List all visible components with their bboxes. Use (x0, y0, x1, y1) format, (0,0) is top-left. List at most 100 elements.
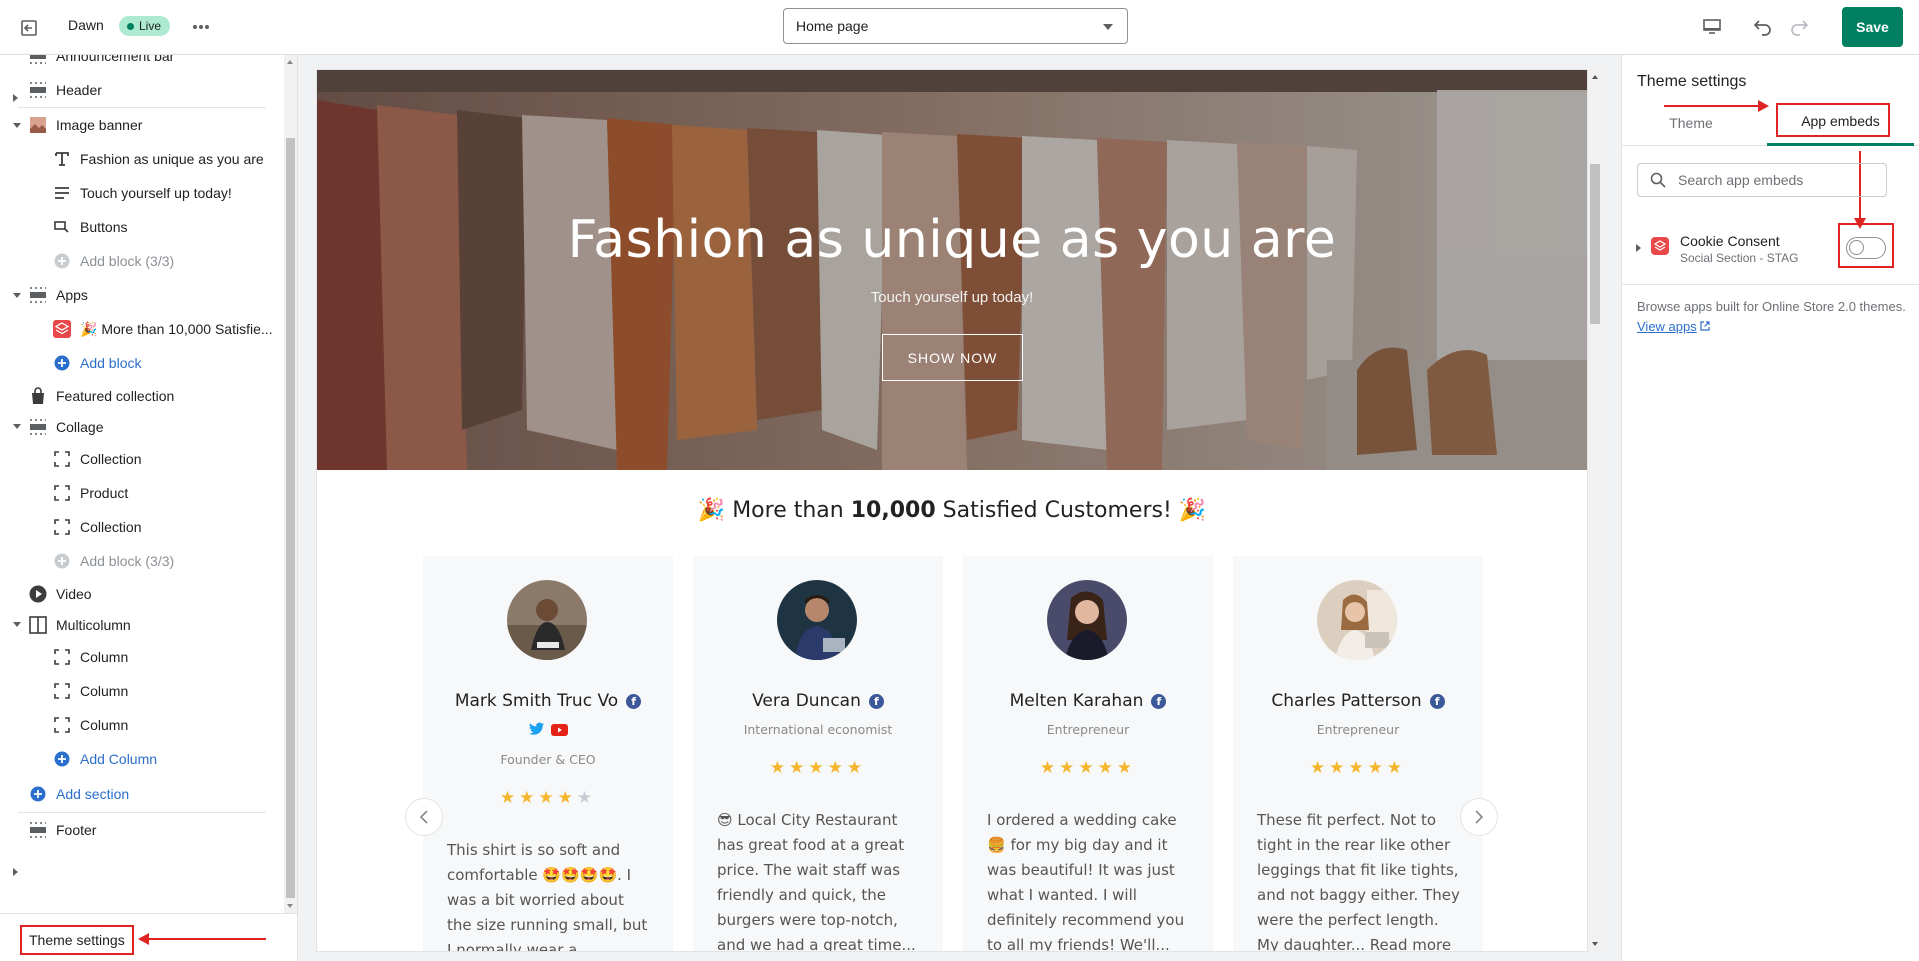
search-app-embeds[interactable] (1637, 163, 1887, 197)
undo-icon[interactable] (1748, 12, 1778, 42)
scroll-down-icon[interactable] (1592, 942, 1598, 946)
sidebar-scrollbar[interactable] (284, 55, 297, 913)
sidebar-item-label: Add Column (80, 751, 158, 767)
facebook-icon[interactable]: f (1429, 694, 1445, 709)
paragraph-icon (52, 183, 72, 203)
frame-icon (52, 681, 72, 701)
frame-icon (52, 517, 72, 537)
sidebar-item-label: Buttons (80, 219, 128, 235)
avatar (507, 580, 587, 660)
sidebar-item-label: Column (80, 717, 129, 733)
testimonial-card: Melten Karahan f Entrepreneur ★★★★★ I ordere… (963, 556, 1213, 951)
scrollbar-thumb[interactable] (1590, 164, 1600, 324)
sidebar-item-add-block-3-3[interactable]: Add block (3/3) (0, 544, 284, 578)
sidebar-item-buttons[interactable]: Buttons (0, 210, 284, 244)
sidebar-item-add-block[interactable]: Add block (0, 346, 284, 380)
sidebar-item-video[interactable]: Video (0, 578, 284, 609)
save-button[interactable]: Save (1842, 7, 1903, 47)
sidebar-item-collection[interactable]: Collection (0, 442, 284, 476)
view-apps-link[interactable]: View apps (1637, 319, 1697, 334)
sidebar-item-column[interactable]: Column (0, 674, 284, 708)
facebook-icon[interactable]: f (1151, 694, 1167, 709)
sidebar-item-image-banner[interactable]: Image banner (0, 108, 284, 142)
collapse-arrow-icon[interactable] (13, 292, 21, 298)
chevron-right-icon (1475, 810, 1484, 824)
more-actions-icon[interactable] (188, 14, 214, 40)
external-link-icon (1700, 321, 1710, 331)
reviewer-role: Entrepreneur (1316, 722, 1400, 737)
scroll-down-icon[interactable] (287, 904, 293, 908)
preview-scrollbar[interactable] (1588, 69, 1602, 952)
collapse-arrow-icon[interactable] (13, 622, 21, 627)
carousel-prev-button[interactable] (405, 798, 443, 836)
star-icon: ★ (1059, 758, 1079, 777)
plus-circle-icon (52, 749, 72, 769)
scroll-up-icon[interactable] (1592, 75, 1598, 79)
sidebar-item-label: Touch yourself up today! (80, 185, 232, 201)
reviews-heading: 🎉 More than 10,000 Satisfied Customers! … (317, 498, 1587, 523)
sidebar-item-label: Add block (80, 355, 142, 371)
app-icon (52, 319, 72, 339)
sidebar-item-column[interactable]: Column (0, 708, 284, 742)
social-links (423, 722, 673, 739)
sidebar-item-label: Featured collection (56, 387, 175, 404)
top-bar: Dawn Live Home page Save (0, 0, 1919, 55)
star-icon: ★ (557, 788, 577, 807)
play-icon (28, 584, 48, 604)
theme-settings-button[interactable]: Theme settings (20, 925, 134, 955)
show-now-button[interactable]: SHOW NOW (882, 334, 1023, 381)
sidebar-item-header[interactable]: Header (0, 73, 284, 107)
sidebar-item-column[interactable]: Column (0, 640, 284, 674)
sidebar-item-touch-yourself-up-today[interactable]: Touch yourself up today! (0, 176, 284, 210)
sidebar-item-add-section[interactable]: Add section (0, 776, 284, 812)
twitter-icon[interactable] (528, 722, 545, 736)
facebook-icon[interactable]: f (868, 694, 884, 709)
redo-icon[interactable] (1784, 12, 1814, 42)
sidebar-item-more-than-10-000-satisfie[interactable]: 🎉 More than 10,000 Satisfie... (0, 312, 284, 346)
sidebar-item-add-column[interactable]: Add Column (0, 742, 284, 776)
frame-icon (52, 483, 72, 503)
sidebar-item-collection[interactable]: Collection (0, 510, 284, 544)
sidebar-item-label: Add section (56, 786, 130, 802)
expand-arrow-icon[interactable] (1636, 244, 1641, 252)
chevron-left-icon (419, 810, 428, 824)
desktop-view-icon[interactable] (1698, 13, 1726, 41)
section-icon (28, 80, 48, 100)
reviewer-name: Vera Duncan f (693, 691, 943, 711)
star-icon: ★ (576, 788, 597, 807)
sidebar-item-announcement-bar[interactable]: Announcement bar (0, 55, 284, 102)
sidebar-item-multicolumn[interactable]: Multicolumn (0, 609, 284, 640)
embed-name: Cookie Consent (1680, 233, 1780, 249)
star-icon: ★ (789, 758, 809, 777)
reviewer-name: Mark Smith Truc Vo f (423, 691, 673, 711)
sidebar-item-featured-collection[interactable]: Featured collection (0, 380, 284, 411)
collapse-arrow-icon[interactable] (13, 122, 21, 128)
star-icon: ★ (846, 758, 867, 777)
page-selector[interactable]: Home page (783, 8, 1128, 44)
scrollbar-thumb[interactable] (286, 138, 295, 898)
sidebar-item-fashion-as-unique-as-you-are[interactable]: Fashion as unique as you are (0, 142, 284, 176)
image-banner[interactable]: Fashion as unique as you are Touch yours… (317, 70, 1587, 470)
collapse-arrow-icon[interactable] (13, 424, 21, 429)
reviewer-role: Founder & CEO (500, 752, 596, 767)
app-icon (1651, 237, 1669, 255)
search-input[interactable] (1678, 170, 1878, 190)
sidebar-item-label: Footer (56, 822, 97, 838)
sidebar-item-add-block-3-3[interactable]: Add block (3/3) (0, 244, 284, 278)
star-icon: ★ (1386, 758, 1407, 777)
carousel-next-button[interactable] (1460, 798, 1498, 836)
sidebar-item-product[interactable]: Product (0, 476, 284, 510)
scroll-up-icon[interactable] (287, 60, 293, 64)
sidebar-footer: Theme settings (0, 913, 297, 961)
reviewer-name-text: Vera Duncan (752, 691, 861, 711)
youtube-icon[interactable] (550, 724, 568, 736)
frame-icon (52, 715, 72, 735)
sidebar-item-collage[interactable]: Collage (0, 411, 284, 442)
sidebar-item-label: Add block (3/3) (80, 553, 175, 569)
expand-arrow-icon[interactable] (13, 868, 18, 876)
sidebar-item-footer[interactable]: Footer (0, 813, 284, 876)
exit-icon[interactable] (14, 13, 44, 43)
image-icon (28, 115, 48, 135)
facebook-icon[interactable]: f (626, 694, 642, 709)
sidebar-item-apps[interactable]: Apps (0, 278, 284, 312)
